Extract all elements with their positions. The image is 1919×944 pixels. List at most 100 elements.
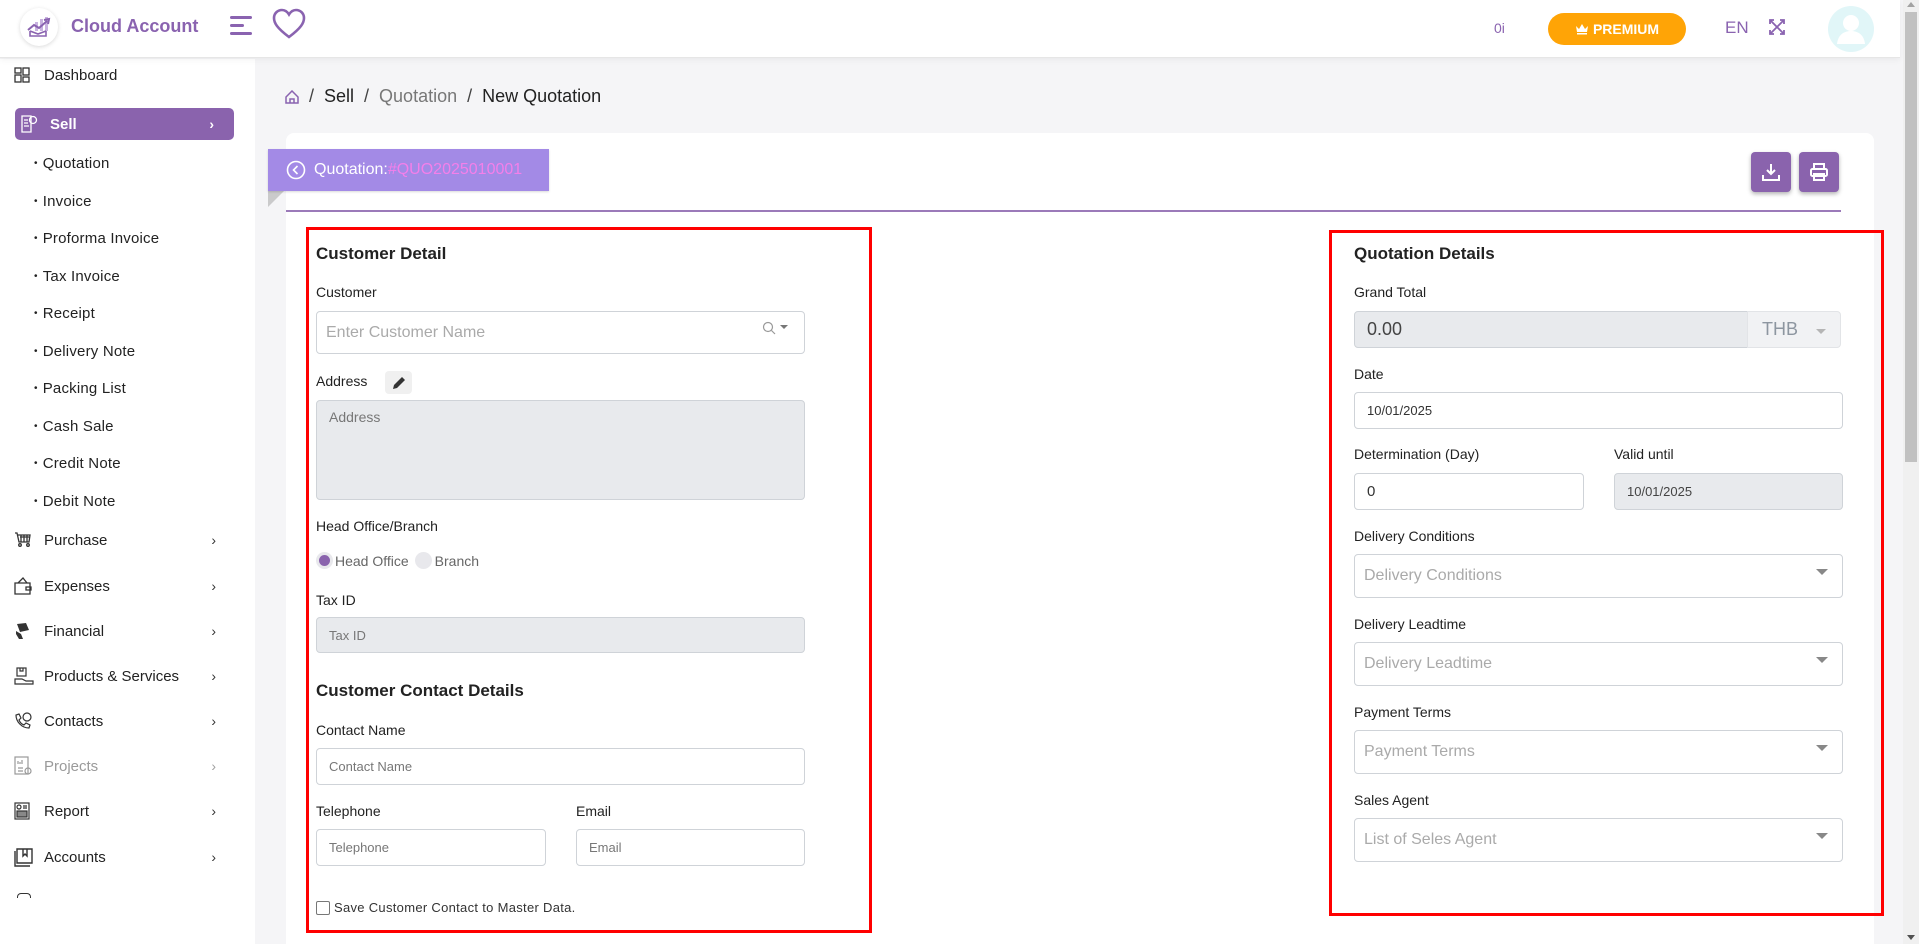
sidebar-item-label: Contacts: [44, 712, 104, 730]
sidebar-item-label: Financial: [44, 622, 105, 640]
scroll-up-arrow-icon[interactable]: [1907, 2, 1915, 7]
branch-option-label[interactable]: Branch: [435, 553, 479, 569]
fullscreen-icon[interactable]: [1769, 19, 1785, 40]
sidebar-subitem-debit-note[interactable]: Debit Note: [34, 493, 116, 510]
sidebar-subitem-credit-note[interactable]: Credit Note: [34, 455, 121, 472]
email-placeholder: Email: [589, 840, 622, 855]
save-contact-label[interactable]: Save Customer Contact to Master Data.: [334, 900, 576, 915]
email-label: Email: [576, 803, 612, 819]
sidebar-item-label: Dashboard: [44, 66, 118, 84]
back-circle-icon[interactable]: [286, 160, 306, 180]
sidebar-item-sell[interactable]: Sell ›: [15, 108, 234, 140]
scroll-thumb[interactable]: [1905, 12, 1917, 462]
home-icon[interactable]: [285, 89, 299, 104]
address-textarea[interactable]: Address: [316, 400, 805, 500]
grand-total-value: 0.00: [1367, 319, 1403, 339]
notification-counter[interactable]: 0i: [1494, 20, 1505, 36]
project-icon: [14, 756, 36, 776]
grand-total-input: 0.00: [1354, 311, 1748, 348]
sidebar-item-dashboard[interactable]: Dashboard: [14, 59, 234, 91]
report-icon: [14, 801, 36, 821]
customer-label: Customer: [316, 284, 377, 300]
contact-name-input[interactable]: Contact Name: [316, 748, 805, 785]
scroll-down-arrow-icon[interactable]: [1907, 935, 1915, 940]
delivery-leadtime-select[interactable]: Delivery Leadtime: [1354, 642, 1843, 686]
sidebar-item-accounts[interactable]: Accounts ›: [14, 841, 234, 873]
language-selector[interactable]: EN: [1725, 18, 1749, 38]
box-hand-icon: [14, 666, 36, 686]
telephone-input[interactable]: Telephone: [316, 829, 546, 866]
date-value: 10/01/2025: [1367, 403, 1433, 418]
taxid-input[interactable]: Tax ID: [316, 617, 805, 653]
sidebar-subitem-quotation[interactable]: Quotation: [34, 155, 110, 172]
determination-value: 0: [1367, 483, 1376, 500]
delivery-leadtime-placeholder: Delivery Leadtime: [1364, 655, 1493, 672]
user-avatar[interactable]: [1828, 6, 1874, 52]
date-input[interactable]: 10/01/2025: [1354, 392, 1843, 429]
chevron-right-icon: ›: [211, 623, 216, 639]
menu-toggle-button[interactable]: [230, 16, 254, 38]
sidebar-item-purchase[interactable]: Purchase ›: [14, 524, 234, 556]
breadcrumb-sell[interactable]: Sell: [324, 86, 354, 107]
edit-address-button[interactable]: [385, 371, 412, 394]
currency-value: THB: [1762, 319, 1798, 339]
logo[interactable]: [20, 8, 58, 46]
determination-input[interactable]: 0: [1354, 473, 1584, 510]
email-input[interactable]: Email: [576, 829, 805, 866]
sidebar-subitem-proforma-invoice[interactable]: Proforma Invoice: [34, 230, 159, 247]
sidebar-subitem-tax-invoice[interactable]: Tax Invoice: [34, 268, 120, 285]
sidebar-subitem-packing-list[interactable]: Packing List: [34, 380, 126, 397]
premium-label: PREMIUM: [1592, 21, 1660, 37]
breadcrumb-separator: /: [309, 86, 315, 106]
dashboard-icon: [14, 65, 36, 85]
page-scrollbar[interactable]: [1903, 0, 1919, 944]
currency-select[interactable]: THB: [1747, 311, 1841, 348]
contact-name-label: Contact Name: [316, 722, 406, 738]
sidebar-item-expenses[interactable]: Expenses ›: [14, 570, 234, 602]
payment-terms-select[interactable]: Payment Terms: [1354, 730, 1843, 774]
book-icon: [14, 847, 36, 867]
telephone-placeholder: Telephone: [329, 840, 389, 855]
save-contact-row: Save Customer Contact to Master Data.: [316, 900, 576, 915]
grand-total-label: Grand Total: [1354, 284, 1427, 300]
save-contact-checkbox[interactable]: [316, 900, 330, 915]
breadcrumb-quotation[interactable]: Quotation: [379, 86, 457, 107]
sidebar-item-label: Expenses: [44, 577, 110, 595]
breadcrumb-separator: /: [364, 86, 370, 106]
sidebar-subitem-receipt[interactable]: Receipt: [34, 305, 95, 322]
sidebar-subitem-delivery-note[interactable]: Delivery Note: [34, 343, 135, 360]
sidebar-item-products-services[interactable]: Products & Services ›: [14, 660, 234, 692]
chevron-right-icon: ›: [211, 849, 216, 865]
valid-until-label: Valid until: [1614, 446, 1674, 462]
customer-search-input[interactable]: Enter Customer Name: [316, 311, 805, 354]
branch-radio[interactable]: [414, 552, 432, 569]
pencil-icon: [392, 376, 405, 389]
address-placeholder: Address: [329, 409, 381, 425]
branch-label: Head Office/Branch: [316, 518, 438, 534]
chevron-right-icon: ›: [209, 116, 214, 132]
premium-button[interactable]: PREMIUM: [1548, 13, 1686, 45]
payment-terms-placeholder: Payment Terms: [1364, 743, 1475, 760]
sidebar-subitem-invoice[interactable]: Invoice: [34, 193, 92, 210]
download-button[interactable]: [1751, 152, 1791, 192]
chevron-right-icon: ›: [211, 758, 216, 774]
telephone-label: Telephone: [316, 803, 381, 819]
contact-details-title: Customer Contact Details: [316, 681, 524, 700]
determination-label: Determination (Day): [1354, 446, 1480, 462]
sidebar-item-contacts[interactable]: Contacts ›: [14, 705, 234, 737]
favorite-heart-icon[interactable]: [272, 8, 306, 45]
sidebar-item-report[interactable]: Report ›: [14, 795, 234, 827]
chevron-right-icon: ›: [211, 668, 216, 684]
document-type-label: Quotation:: [314, 161, 388, 178]
print-button[interactable]: [1799, 152, 1839, 192]
delivery-conditions-select[interactable]: Delivery Conditions: [1354, 554, 1843, 598]
chevron-right-icon: ›: [211, 713, 216, 729]
sidebar-item-financial[interactable]: Financial ›: [14, 615, 234, 647]
sales-agent-select[interactable]: List of Seles Agent: [1354, 818, 1843, 862]
sidebar-item-projects[interactable]: Projects ›: [14, 750, 234, 782]
document-number: #QUO2025010001: [387, 161, 523, 178]
sidebar-subitem-cash-sale[interactable]: Cash Sale: [34, 418, 114, 435]
caret-down-icon: [1816, 657, 1828, 663]
head-office-label[interactable]: Head Office: [335, 553, 409, 569]
head-office-radio[interactable]: [316, 552, 333, 569]
